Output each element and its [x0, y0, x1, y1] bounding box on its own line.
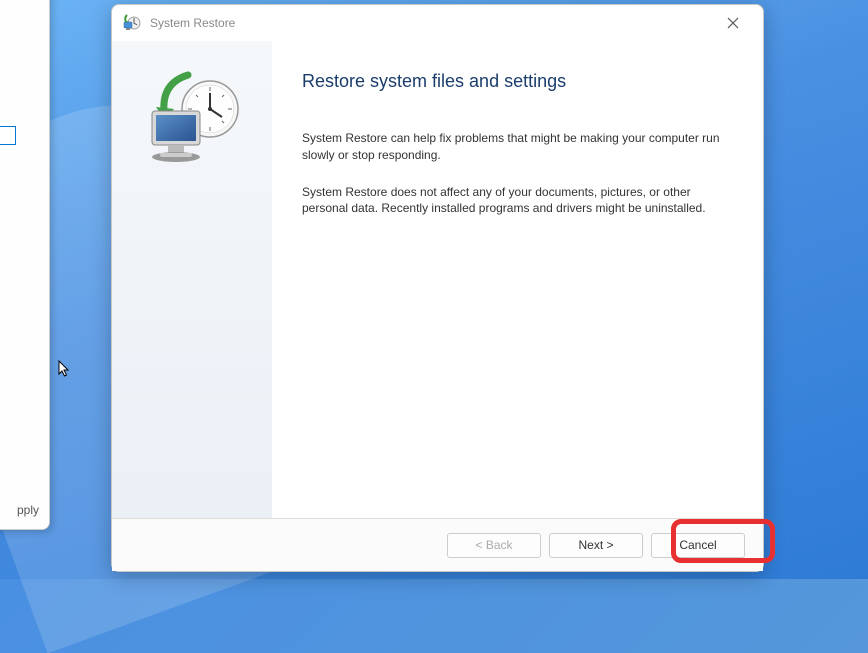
- background-apply-label: pply: [17, 503, 39, 517]
- page-heading: Restore system files and settings: [302, 71, 733, 92]
- close-button[interactable]: [713, 8, 753, 38]
- left-panel: [112, 41, 272, 518]
- content-panel: Restore system files and settings System…: [272, 41, 763, 518]
- restore-graphic-icon: [140, 69, 245, 174]
- dialog-body: Restore system files and settings System…: [112, 41, 763, 519]
- background-window: pply: [0, 0, 50, 530]
- dialog-footer: < Back Next > Cancel: [112, 519, 763, 571]
- mouse-cursor: [58, 360, 72, 378]
- system-restore-icon: [122, 13, 142, 33]
- window-title: System Restore: [150, 16, 713, 30]
- titlebar[interactable]: System Restore: [112, 5, 763, 41]
- description-text-1: System Restore can help fix problems tha…: [302, 130, 733, 164]
- description-text-2: System Restore does not affect any of yo…: [302, 184, 733, 218]
- back-button: < Back: [447, 533, 541, 558]
- next-button[interactable]: Next >: [549, 533, 643, 558]
- background-input-active: [0, 126, 16, 145]
- system-restore-dialog: System Restore: [111, 4, 764, 572]
- cancel-button[interactable]: Cancel: [651, 533, 745, 558]
